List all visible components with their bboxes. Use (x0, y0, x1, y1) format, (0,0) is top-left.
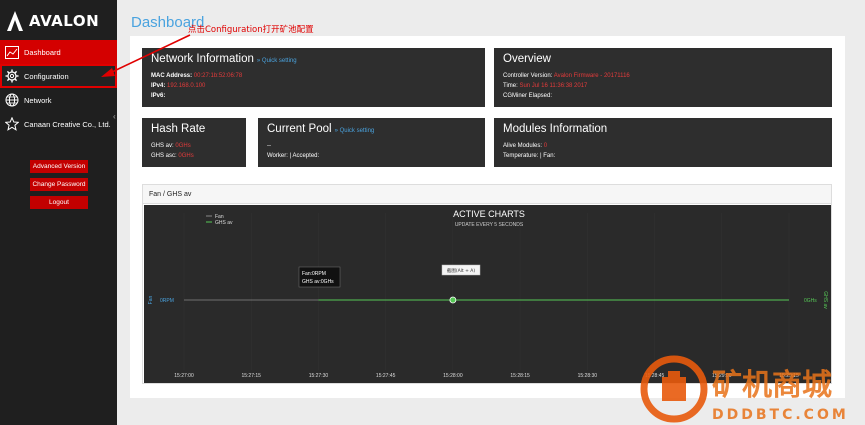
fan-label: | Fan: (540, 153, 556, 159)
y-axis-left-tick: 0RPM (160, 298, 174, 304)
chart-panel-title: Fan / GHS av (143, 185, 831, 204)
overview-title: Overview (503, 53, 551, 65)
tooltip-line: Fan:0RPM (302, 271, 326, 277)
mac-value: 00:27:1b:52:06:78 (193, 73, 243, 79)
alive-modules-label: Alive Modules: (503, 143, 543, 149)
ghs-av-value: 0GHs (175, 143, 191, 149)
mac-label: MAC Address: (151, 73, 193, 79)
pool-title: Current Pool (267, 123, 332, 135)
hash-rate-card: Hash Rate GHS av: 0GHs GHS asc: 0GHs (142, 118, 246, 167)
network-information-card: Network Information» Quick setting MAC A… (142, 48, 485, 107)
ghs-asc-value: 0GHs (178, 153, 194, 159)
star-icon (4, 117, 19, 132)
pool-quick-setting-link[interactable]: » Quick setting (335, 128, 375, 134)
network-title: Network Information (151, 53, 254, 65)
hash-title: Hash Rate (151, 123, 206, 135)
sidebar-item-label: Dashboard (24, 47, 61, 57)
ghs-av-label: GHS av: (151, 143, 174, 149)
legend-label: GHS av (215, 220, 233, 226)
globe-icon (4, 93, 19, 108)
x-tick-label: 15:27:15 (241, 373, 261, 379)
x-tick-label: 15:27:45 (376, 373, 396, 379)
configuration-highlight-box (0, 64, 117, 88)
brand-name: AVALON (29, 12, 100, 30)
controller-label: Controller Version: (503, 73, 553, 79)
x-tick-label: 15:28:30 (578, 373, 598, 379)
overview-card: Overview Controller Version: Avalon Firm… (494, 48, 832, 107)
pool-url: -- (267, 143, 271, 149)
tooltip-line: GHS av:0GHs (302, 279, 334, 285)
ipv4-value: 192.168.0.100 (167, 83, 206, 89)
current-pool-card: Current Pool» Quick setting -- Worker: |… (258, 118, 485, 167)
y-axis-right-tick: 0GHs (804, 298, 817, 304)
x-tick-label: 15:27:30 (309, 373, 329, 379)
x-tick-label: 15:27:00 (174, 373, 194, 379)
ipv6-label: IPv6: (151, 93, 166, 99)
sidebar-item-label: Network (24, 95, 52, 105)
line-chart-icon (4, 45, 19, 60)
watermark-en: DDDBTC.COM (712, 407, 849, 423)
accepted-label: | Accepted: (289, 153, 320, 159)
avalon-logo-icon (7, 11, 23, 31)
y-axis-right-label: GHS av (822, 291, 828, 309)
temperature-label: Temperature: (503, 153, 539, 159)
ghs-asc-label: GHS asc: (151, 153, 177, 159)
ipv4-label: IPv4: (151, 83, 166, 89)
watermark-logo: 矿机商城 DDDBTC.COM (640, 355, 849, 423)
controller-value: Avalon Firmware - 20171116 (553, 73, 630, 79)
sidebar-item-dashboard[interactable]: Dashboard (0, 40, 117, 64)
annotation-text: 点击Configuration打开矿池配置 (188, 25, 314, 35)
advanced-version-button[interactable]: Advanced Version (30, 160, 88, 173)
watermark-cn: 矿机商城 (712, 368, 832, 403)
chart-subtitle: UPDATE EVERY 5 SECONDS (455, 222, 524, 228)
worker-label: Worker: (267, 153, 288, 159)
change-password-button[interactable]: Change Password (30, 178, 88, 191)
sidebar-item-label: Canaan Creative Co., Ltd. (24, 119, 111, 129)
hover-point (449, 296, 457, 304)
modules-title: Modules Information (503, 123, 608, 135)
y-axis-left-label: Fan (148, 295, 154, 304)
chart-title: ACTIVE CHARTS (453, 209, 525, 219)
sidebar-item-canaan[interactable]: Canaan Creative Co., Ltd. (0, 112, 117, 136)
x-tick-label: 15:28:00 (443, 373, 463, 379)
alive-modules-value: 0 (543, 143, 548, 149)
modules-information-card: Modules Information Alive Modules: 0 Tem… (494, 118, 832, 167)
x-tick-label: 15:28:15 (510, 373, 530, 379)
screenshot-hint: 截图(Alt + A) (447, 267, 476, 274)
time-label: Time: (503, 83, 518, 89)
sidebar-item-network[interactable]: Network (0, 88, 117, 112)
sidebar: AVALON Dashboard Configuration Network C… (0, 0, 117, 425)
elapsed-label: CGMiner Elapsed: (503, 93, 553, 99)
logout-button[interactable]: Logout (30, 196, 88, 209)
sidebar-collapse-handle[interactable]: ‹ (113, 112, 119, 122)
brand-logo[interactable]: AVALON (6, 8, 99, 34)
network-quick-setting-link[interactable]: » Quick setting (257, 58, 297, 64)
time-value: Sun Jul 16 11:36:38 2017 (519, 83, 588, 89)
